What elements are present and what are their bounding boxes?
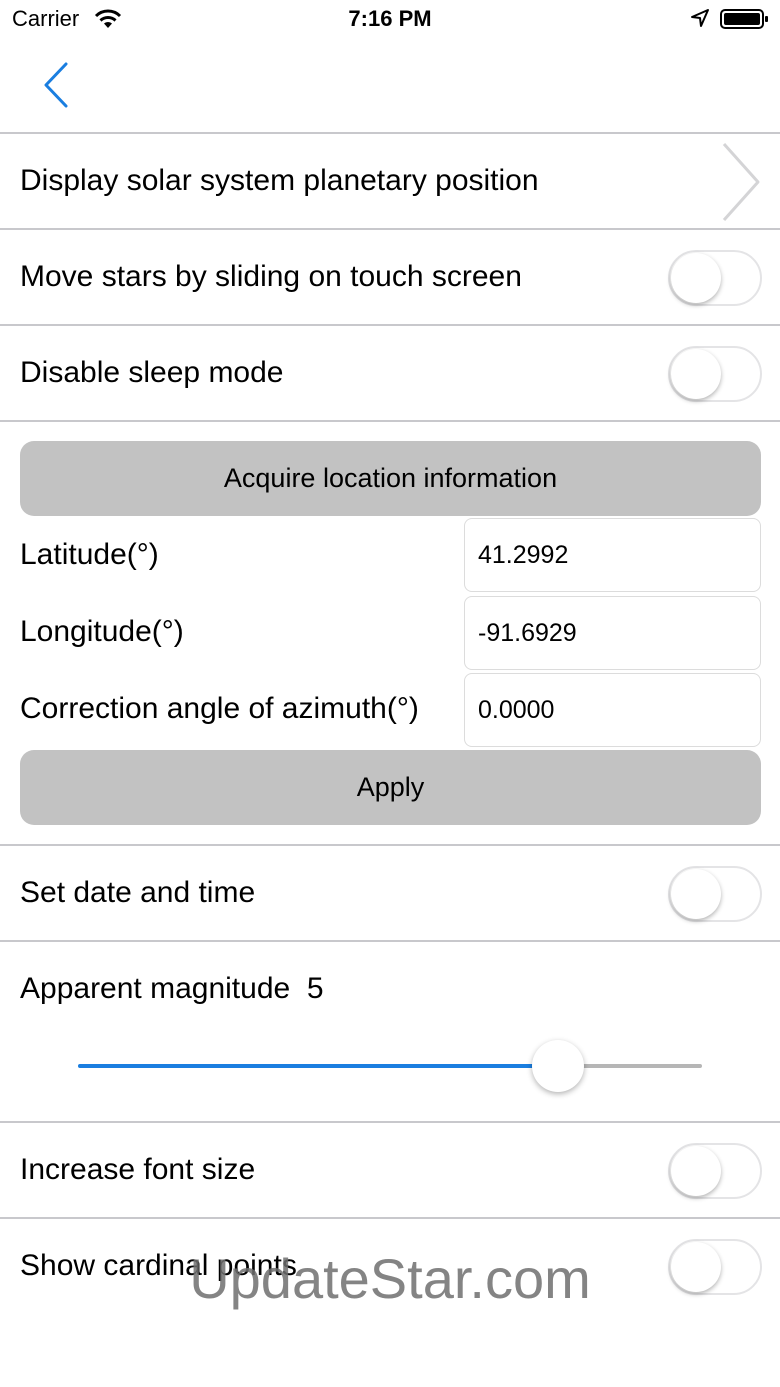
magnitude-title: Apparent magnitude [20, 972, 291, 1005]
toggle-knob [671, 869, 721, 919]
azimuth-correction-label: Correction angle of azimuth(°) [20, 692, 419, 725]
toggle-knob [671, 1146, 721, 1196]
separator [0, 1121, 780, 1123]
separator [0, 420, 780, 422]
disable-sleep-toggle[interactable] [668, 346, 762, 402]
separator [0, 324, 780, 326]
date-time-toggle[interactable] [668, 866, 762, 922]
font-size-label: Increase font size [20, 1153, 256, 1186]
font-size-toggle[interactable] [668, 1143, 762, 1199]
chevron-left-icon [44, 62, 68, 108]
solar-system-label: Display solar system planetary position [20, 164, 539, 197]
watermark: UpdateStar.com [189, 1247, 591, 1310]
longitude-field[interactable]: -91.6929 [464, 596, 761, 670]
apply-button[interactable]: Apply [20, 750, 761, 825]
move-stars-label: Move stars by sliding on touch screen [20, 260, 522, 293]
toggle-knob [671, 253, 721, 303]
acquire-location-button[interactable]: Acquire location information [20, 441, 761, 516]
separator [0, 940, 780, 942]
location-arrow-icon [691, 9, 709, 27]
back-button[interactable] [36, 60, 76, 110]
separator [0, 844, 780, 846]
separator [0, 132, 780, 134]
separator [0, 1217, 780, 1219]
azimuth-correction-field[interactable]: 0.0000 [464, 673, 761, 747]
toggle-knob [671, 349, 721, 399]
latitude-field[interactable]: 41.2992 [464, 518, 761, 592]
latitude-label: Latitude(°) [20, 538, 159, 571]
magnitude-label: Apparent magnitude 5 [20, 972, 324, 1006]
move-stars-toggle[interactable] [668, 250, 762, 306]
separator [0, 228, 780, 230]
clock: 7:16 PM [348, 6, 432, 31]
magnitude-value: 5 [306, 972, 324, 1005]
date-time-label: Set date and time [20, 876, 256, 909]
status-bar: Carrier 7:16 PM [0, 0, 780, 40]
slider-track-filled [78, 1064, 559, 1068]
slider-thumb[interactable] [532, 1040, 585, 1092]
chevron-right-icon [722, 142, 760, 222]
battery-icon [720, 9, 768, 29]
longitude-label: Longitude(°) [20, 615, 184, 648]
disable-sleep-label: Disable sleep mode [20, 356, 284, 389]
